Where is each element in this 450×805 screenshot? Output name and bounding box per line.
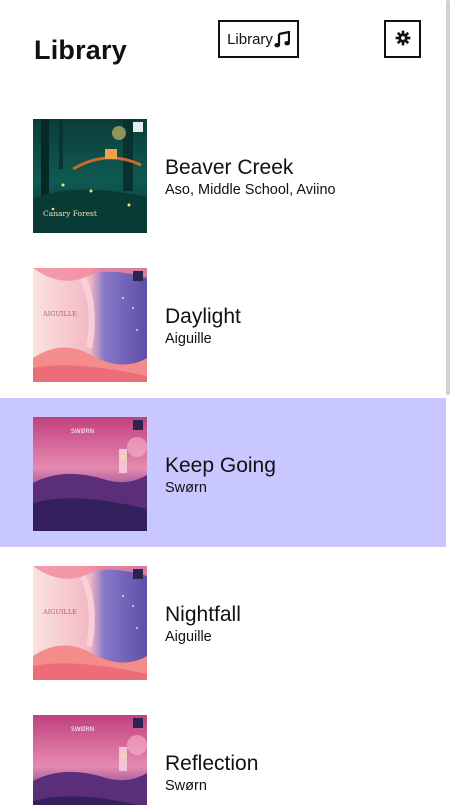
library-button[interactable]: Library bbox=[218, 20, 299, 58]
track-artist: Swørn bbox=[165, 480, 207, 496]
music-note-icon bbox=[274, 30, 290, 48]
cover-text: AIGUILLE bbox=[42, 310, 77, 318]
track-artist: Aso, Middle School, Aviino bbox=[165, 182, 336, 198]
album-cover: SWØRN bbox=[33, 417, 147, 531]
album-cover: Canary Forest bbox=[33, 119, 147, 233]
track-title: Beaver Creek bbox=[165, 156, 294, 179]
settings-button[interactable] bbox=[384, 20, 421, 58]
track-artist: Swørn bbox=[165, 778, 207, 794]
gear-icon bbox=[395, 30, 411, 49]
track-artist: Aiguille bbox=[165, 629, 212, 645]
cover-text: SWØRN bbox=[71, 726, 94, 733]
cover-text: Canary Forest bbox=[43, 209, 97, 218]
cover-text: AIGUILLE bbox=[42, 608, 77, 616]
track-row[interactable]: SWØRN Reflection Swørn bbox=[0, 696, 446, 805]
cover-text: SWØRN bbox=[71, 428, 94, 435]
album-cover: AIGUILLE bbox=[33, 566, 147, 680]
track-row[interactable]: AIGUILLE Daylight Aiguille bbox=[0, 249, 446, 398]
page-title: Library bbox=[34, 35, 127, 65]
track-list: Canary Forest Beaver Creek Aso, Middle S… bbox=[0, 100, 446, 805]
track-title: Daylight bbox=[165, 305, 241, 328]
track-title: Nightfall bbox=[165, 603, 241, 626]
header: Library Library bbox=[0, 0, 446, 100]
track-title: Reflection bbox=[165, 752, 259, 775]
track-artist: Aiguille bbox=[165, 331, 212, 347]
track-title: Keep Going bbox=[165, 454, 276, 477]
music-library-app: Library Library Canary Forest Beaver Cre… bbox=[0, 0, 450, 805]
album-cover: SWØRN bbox=[33, 715, 147, 805]
library-button-label: Library bbox=[227, 30, 273, 48]
track-row-selected[interactable]: SWØRN Keep Going Swørn bbox=[0, 398, 446, 547]
scrollbar[interactable] bbox=[446, 0, 450, 395]
track-row[interactable]: AIGUILLE Nightfall Aiguille bbox=[0, 547, 446, 696]
album-cover: AIGUILLE bbox=[33, 268, 147, 382]
track-row[interactable]: Canary Forest Beaver Creek Aso, Middle S… bbox=[0, 100, 446, 249]
